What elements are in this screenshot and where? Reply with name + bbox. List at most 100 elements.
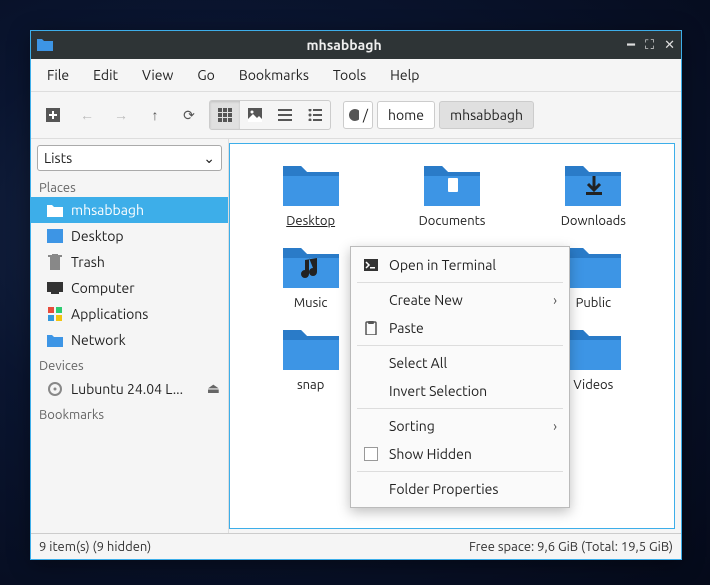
sidebar-item-applications[interactable]: Applications (31, 301, 228, 327)
file-label: Documents (419, 214, 486, 228)
folder-icon (279, 322, 343, 374)
context-separator (357, 471, 563, 472)
context-separator (357, 408, 563, 409)
home-icon (47, 202, 63, 218)
file-label: Desktop (286, 214, 335, 228)
terminal-icon (363, 259, 379, 271)
close-button[interactable]: ✕ (664, 39, 675, 52)
context-label: Folder Properties (389, 481, 557, 497)
sidebar-item-label: Applications (71, 306, 148, 322)
file-label: Public (576, 296, 611, 310)
file-label: snap (297, 378, 324, 392)
desktop-icon (47, 228, 63, 244)
folder-view[interactable]: Desktop Documents Downloads Music Pictur… (229, 143, 675, 529)
detailed-view-button[interactable] (300, 101, 330, 129)
menu-view[interactable]: View (132, 63, 183, 87)
back-button[interactable]: ← (73, 101, 101, 129)
menu-tools[interactable]: Tools (323, 63, 376, 87)
file-manager-window: mhsabbagh ━ ⛶ ✕ File Edit View Go Bookma… (30, 30, 682, 560)
toolbar: ← → ↑ ⟳ / home mhsabbagh (31, 92, 681, 139)
forward-button[interactable]: → (107, 101, 135, 129)
context-paste[interactable]: Paste (351, 314, 569, 342)
context-folder-properties[interactable]: Folder Properties (351, 475, 569, 503)
view-mode-group (209, 100, 331, 130)
folder-icon (561, 158, 625, 210)
maximize-button[interactable]: ⛶ (645, 39, 654, 52)
file-label: Downloads (561, 214, 626, 228)
eject-icon[interactable]: ⏏ (207, 380, 220, 397)
places-header: Places (31, 175, 228, 197)
sidebar-item-label: Network (71, 332, 126, 348)
path-root-label: / (363, 107, 368, 123)
context-label: Invert Selection (389, 383, 557, 399)
menu-go[interactable]: Go (187, 63, 224, 87)
context-show-hidden[interactable]: Show Hidden (351, 440, 569, 468)
chevron-right-icon: › (553, 292, 557, 308)
body: Lists ⌄ Places mhsabbagh Desktop Trash Comp… (31, 139, 681, 533)
context-label: Sorting (389, 418, 543, 434)
context-invert-selection[interactable]: Invert Selection (351, 377, 569, 405)
menu-help[interactable]: Help (380, 63, 429, 87)
window-title: mhsabbagh (61, 37, 627, 53)
sidebar-item-desktop[interactable]: Desktop (31, 223, 228, 249)
file-label: Videos (573, 378, 613, 392)
sidebar: Lists ⌄ Places mhsabbagh Desktop Trash Comp… (31, 139, 229, 533)
context-separator (357, 345, 563, 346)
chevron-down-icon: ⌄ (203, 150, 215, 167)
sidebar-item-label: Desktop (71, 228, 124, 244)
sidebar-item-label: Trash (71, 254, 105, 270)
folder-icon (279, 158, 343, 210)
compact-view-button[interactable] (270, 101, 300, 129)
menu-bookmarks[interactable]: Bookmarks (229, 63, 319, 87)
context-menu: Open in Terminal Create New › Paste Select A… (350, 246, 570, 508)
status-free-space: Free space: 9,6 GiB (Total: 19,5 GiB) (469, 540, 673, 554)
file-item-documents[interactable]: Documents (381, 158, 522, 228)
context-sorting[interactable]: Sorting› (351, 412, 569, 440)
sidebar-item-network[interactable]: Network (31, 327, 228, 353)
context-separator (357, 282, 563, 283)
network-icon (47, 332, 63, 348)
menu-edit[interactable]: Edit (83, 63, 128, 87)
devices-header: Devices (31, 353, 228, 375)
reload-button[interactable]: ⟳ (175, 101, 203, 129)
status-items: 9 item(s) (9 hidden) (39, 540, 151, 554)
thumbnail-view-button[interactable] (240, 101, 270, 129)
sidebar-item-label: Computer (71, 280, 135, 296)
checkbox[interactable] (364, 447, 378, 461)
sidebar-item-label: Lubuntu 24.04 L... (71, 381, 183, 397)
path-root-button[interactable]: / (343, 101, 373, 129)
path-segment-current[interactable]: mhsabbagh (439, 101, 534, 129)
sidebar-item-computer[interactable]: Computer (31, 275, 228, 301)
context-label: Select All (389, 355, 557, 371)
sidebar-item-trash[interactable]: Trash (31, 249, 228, 275)
menubar: File Edit View Go Bookmarks Tools Help (31, 59, 681, 92)
new-tab-button[interactable] (39, 101, 67, 129)
sidebar-item-mhsabbagh[interactable]: mhsabbagh (31, 197, 228, 223)
up-button[interactable]: ↑ (141, 101, 169, 129)
context-create-new[interactable]: Create New › (351, 286, 569, 314)
sidebar-item-label: mhsabbagh (71, 202, 144, 218)
sidebar-device[interactable]: Lubuntu 24.04 L... ⏏ (31, 375, 228, 402)
icon-view-button[interactable] (210, 101, 240, 129)
window-controls: ━ ⛶ ✕ (627, 39, 675, 52)
context-label: Create New (389, 292, 543, 308)
sidebar-mode-combo[interactable]: Lists ⌄ (37, 145, 222, 171)
context-open-in-terminal[interactable]: Open in Terminal (351, 251, 569, 279)
disc-icon (47, 381, 63, 397)
file-item-desktop[interactable]: Desktop (240, 158, 381, 228)
bookmarks-header: Bookmarks (31, 402, 228, 424)
path-segment-home[interactable]: home (377, 101, 435, 129)
menu-file[interactable]: File (37, 63, 79, 87)
app-icon (37, 37, 53, 54)
computer-icon (47, 280, 63, 296)
file-item-downloads[interactable]: Downloads (523, 158, 664, 228)
context-label: Open in Terminal (389, 257, 557, 273)
minimize-button[interactable]: ━ (627, 39, 635, 52)
apps-icon (47, 306, 63, 322)
folder-icon (561, 240, 625, 292)
context-select-all[interactable]: Select All (351, 349, 569, 377)
folder-icon (279, 240, 343, 292)
titlebar[interactable]: mhsabbagh ━ ⛶ ✕ (31, 31, 681, 59)
context-label: Show Hidden (389, 446, 557, 462)
trash-icon (47, 254, 63, 270)
